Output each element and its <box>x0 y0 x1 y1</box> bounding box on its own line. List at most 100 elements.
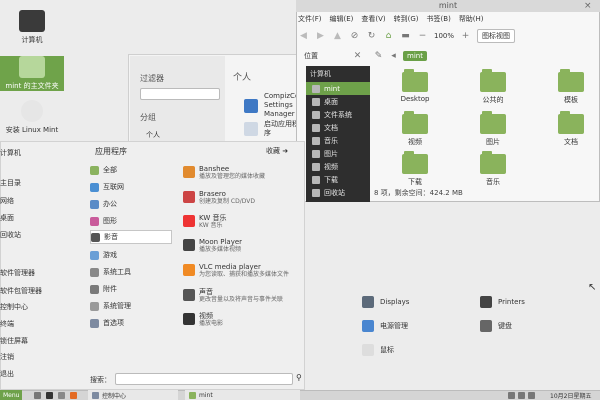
task-control-center[interactable]: 控制中心 <box>88 390 178 400</box>
menu-bookmarks[interactable]: 书签(B) <box>427 14 451 24</box>
folder-item[interactable]: 公共的 <box>472 69 514 105</box>
menu-system-terminal[interactable]: 终端 <box>0 319 14 329</box>
category-accessories[interactable]: 附件 <box>90 282 172 296</box>
menu-system-logout[interactable]: 注销 <box>0 352 14 362</box>
view-mode-select[interactable]: 图标视图 <box>477 29 516 43</box>
up-icon[interactable]: ▲ <box>332 31 343 42</box>
desktop-icon-home[interactable]: mint 的主文件夹 <box>0 56 64 91</box>
filter-input[interactable] <box>140 88 220 100</box>
drive-icon <box>312 110 320 119</box>
network-icon[interactable] <box>508 391 515 399</box>
category-graphics[interactable]: 图形 <box>90 214 172 228</box>
app-vlc[interactable]: VLC media player 为您读取、捕获和播放多媒体文件 <box>183 263 289 279</box>
category-games[interactable]: 游戏 <box>90 248 172 262</box>
stop-icon[interactable]: ⊘ <box>349 31 360 42</box>
app-videos[interactable]: 视频 播放电影 <box>183 312 223 328</box>
clock[interactable]: 10月2日星期五 <box>550 390 591 400</box>
pref-mouse[interactable]: 鼠标 <box>362 344 394 356</box>
sidebar-item-trash[interactable]: 回收站 <box>306 186 370 199</box>
folder-item[interactable]: 文档 <box>550 111 592 147</box>
computer-icon[interactable]: ▬ <box>400 31 411 42</box>
menu-place-network[interactable]: 网络 <box>0 196 14 206</box>
pref-power[interactable]: 电源管理 <box>362 320 408 332</box>
accessories-icon <box>90 284 99 294</box>
files-launcher[interactable] <box>58 390 65 400</box>
sidebar-item-pictures[interactable]: 图片 <box>306 147 370 160</box>
category-preferences[interactable]: 首选项 <box>90 316 172 330</box>
category-system-tools[interactable]: 系统工具 <box>90 265 172 279</box>
file-manager-toolbar: ◀ ▶ ▲ ⊘ ↻ ⌂ ▬ − 100% + 图标视图 <box>298 26 600 46</box>
menu-place-home[interactable]: 主目录 <box>0 178 21 188</box>
back-icon[interactable]: ◀ <box>298 31 309 42</box>
app-moon-player[interactable]: Moon Player 播放多媒体视频 <box>183 238 242 254</box>
mouse-icon <box>362 344 374 356</box>
menu-place-computer[interactable]: 计算机 <box>0 148 21 158</box>
category-internet[interactable]: 互联网 <box>90 180 172 194</box>
menu-system-quit[interactable]: 退出 <box>0 369 14 379</box>
app-kw-music[interactable]: KW 音乐 KW 音乐 <box>183 214 227 230</box>
menu-edit[interactable]: 编辑(E) <box>330 14 354 24</box>
show-desktop-icon[interactable] <box>34 390 41 400</box>
desktop-icon-install[interactable]: 安装 Linux Mint <box>0 100 64 135</box>
desktop-icon-computer[interactable]: 计算机 <box>0 10 64 45</box>
home-icon[interactable]: ⌂ <box>383 31 394 42</box>
app-sound[interactable]: 声音 更改音量以及将声音与事件关联 <box>183 288 283 304</box>
menu-file[interactable]: 文件(F) <box>298 14 322 24</box>
firefox-icon <box>70 391 77 399</box>
menu-go[interactable]: 转到(G) <box>394 14 419 24</box>
app-banshee[interactable]: Banshee 播放及管理您的媒体收藏 <box>183 165 265 181</box>
category-administration[interactable]: 系统管理 <box>90 299 172 313</box>
pref-displays[interactable]: Displays <box>362 296 409 308</box>
cc-item-compizconfig[interactable]: CompizConfig Settings Manager <box>244 92 313 119</box>
folder-item[interactable]: 下载 <box>394 151 436 187</box>
folder-item[interactable]: 音乐 <box>472 151 514 187</box>
folder-item[interactable]: 模板 <box>550 69 592 105</box>
close-pane-icon[interactable]: ✕ <box>352 51 363 62</box>
folder-item[interactable]: Desktop <box>394 69 436 103</box>
sidebar-item-downloads[interactable]: 下载 <box>306 173 370 186</box>
battery-icon[interactable] <box>528 391 535 399</box>
sidebar-item-desktop[interactable]: 桌面 <box>306 95 370 108</box>
forward-icon[interactable]: ▶ <box>315 31 326 42</box>
close-icon[interactable]: × <box>584 1 592 11</box>
menu-button[interactable]: Menu <box>0 390 23 400</box>
category-multimedia[interactable]: 影音 <box>90 230 172 244</box>
app-brasero[interactable]: Brasero 创建及复制 CD/DVD <box>183 190 255 206</box>
sidebar-item-videos[interactable]: 视频 <box>306 160 370 173</box>
group-item-personal[interactable]: 个人 <box>146 130 160 140</box>
folder-item[interactable]: 视频 <box>394 111 436 147</box>
volume-icon[interactable] <box>518 391 525 399</box>
reload-icon[interactable]: ↻ <box>366 31 377 42</box>
sidebar-item-music[interactable]: 音乐 <box>306 134 370 147</box>
cc-item-startup-apps[interactable]: 启动应用程序 <box>244 120 304 138</box>
path-crumb[interactable]: mint <box>403 51 427 61</box>
sidebar-item-filesystem[interactable]: 文件系统 <box>306 108 370 121</box>
category-all[interactable]: 全部 <box>90 163 172 177</box>
zoom-out-icon[interactable]: − <box>417 31 428 42</box>
sidebar-item-documents[interactable]: 文档 <box>306 121 370 134</box>
folder-icon <box>312 175 320 184</box>
task-mint[interactable]: mint <box>185 390 300 400</box>
search-icon[interactable]: ⚲ <box>296 373 302 382</box>
search-input[interactable] <box>115 373 293 385</box>
pref-keyboard[interactable]: 键盘 <box>480 320 512 332</box>
crumb-left-icon[interactable]: ◂ <box>388 51 399 62</box>
menu-view[interactable]: 查看(V) <box>361 14 385 24</box>
folder-item[interactable]: 图片 <box>472 111 514 147</box>
places-sidebar: 计算机 mint 桌面 文件系统 文档 音乐 图片 视频 下载 回收站 <box>306 66 370 202</box>
menu-system-lock-screen[interactable]: 锁住屏幕 <box>0 336 28 346</box>
menu-place-desktop[interactable]: 桌面 <box>0 213 14 223</box>
edit-path-icon[interactable]: ✎ <box>373 51 384 62</box>
menu-help[interactable]: 帮助(H) <box>459 14 484 24</box>
favorites-button[interactable]: 收藏 ➜ <box>266 146 288 156</box>
sidebar-item-mint[interactable]: mint <box>306 82 370 95</box>
menu-system-package-manager[interactable]: 软件包管理器 <box>0 286 42 296</box>
pref-printers[interactable]: Printers <box>480 296 525 308</box>
menu-system-software-manager[interactable]: 软件管理器 <box>0 268 35 278</box>
zoom-in-icon[interactable]: + <box>460 31 471 42</box>
browser-launcher[interactable] <box>70 390 77 400</box>
terminal-launcher[interactable] <box>46 390 53 400</box>
menu-place-trash[interactable]: 回收站 <box>0 230 21 240</box>
menu-system-control-center[interactable]: 控制中心 <box>0 302 28 312</box>
category-office[interactable]: 办公 <box>90 197 172 211</box>
